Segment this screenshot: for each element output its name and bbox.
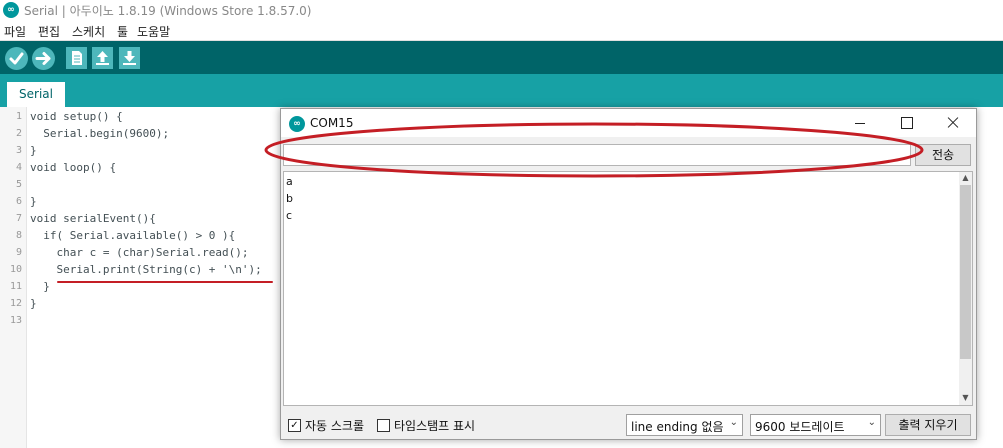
toolbar [0, 41, 1003, 74]
menu-tools[interactable]: 툴 [117, 23, 128, 40]
save-button[interactable] [119, 47, 140, 69]
menu-bar: 파일 편집 스케치 툴 도움말 [0, 20, 1003, 41]
code-line[interactable]: void serialEvent(){ [30, 212, 156, 225]
code-line[interactable]: if( Serial.available() > 0 ){ [30, 229, 235, 242]
menu-edit[interactable]: 편집 [38, 23, 60, 40]
line-number: 13 [9, 315, 22, 326]
line-number: 3 [15, 145, 22, 156]
timestamp-checkbox[interactable] [377, 419, 390, 432]
code-line[interactable]: } [30, 195, 37, 208]
autoscroll-label: 자동 스크롤 [305, 419, 365, 433]
menu-help[interactable]: 도움말 [137, 23, 170, 40]
serial-monitor-title: COM15 [310, 116, 354, 130]
serial-monitor-window: ∞ COM15 전송 a b c ▲ ▼ ✓ 자동 스크롤 타임스탬프 표시 l… [280, 108, 977, 440]
tab-serial[interactable]: Serial [7, 82, 65, 107]
code-line[interactable]: } [30, 280, 50, 293]
code-line[interactable]: Serial.begin(9600); [30, 127, 169, 140]
code-line[interactable]: void setup() { [30, 110, 123, 123]
line-number: 2 [15, 128, 22, 139]
scroll-down-icon[interactable]: ▼ [960, 392, 971, 404]
output-line: a [286, 175, 293, 188]
serial-monitor-title-bar[interactable]: ∞ COM15 [281, 109, 976, 137]
tab-strip: Serial [0, 74, 1003, 107]
baud-rate-value: 9600 보드레이트 [755, 420, 845, 434]
window-title: Serial | 아두이노 1.8.19 (Windows Store 1.8.… [24, 4, 312, 18]
arrow-right-icon [35, 52, 51, 65]
scroll-up-icon[interactable]: ▲ [960, 172, 971, 184]
line-number: 9 [15, 247, 22, 258]
scrollbar-thumb[interactable] [960, 185, 971, 359]
code-line[interactable]: } [30, 144, 37, 157]
chevron-down-icon: ⌄ [729, 417, 738, 428]
line-number: 4 [15, 162, 22, 173]
title-bar: ∞ Serial | 아두이노 1.8.19 (Windows Store 1.… [0, 0, 1003, 20]
close-button[interactable] [929, 109, 975, 137]
annotation-underline [57, 281, 273, 283]
checkmark-icon [9, 52, 24, 65]
open-button[interactable] [92, 47, 113, 69]
arrow-up-icon [96, 51, 109, 65]
upload-button[interactable] [32, 47, 55, 70]
code-line[interactable]: char c = (char)Serial.read(); [30, 246, 248, 259]
arduino-logo-icon: ∞ [289, 116, 305, 132]
line-number: 12 [9, 298, 22, 309]
code-line[interactable]: Serial.print(String(c) + '\n'); [30, 263, 261, 276]
output-line: b [286, 192, 293, 205]
maximize-button[interactable] [883, 109, 929, 137]
menu-sketch[interactable]: 스케치 [72, 23, 105, 40]
chevron-down-icon: ⌄ [867, 417, 876, 428]
verify-button[interactable] [5, 47, 28, 70]
menu-file[interactable]: 파일 [4, 23, 26, 40]
line-ending-value: line ending 없음 [631, 420, 724, 434]
vertical-scrollbar[interactable]: ▲ ▼ [959, 172, 972, 405]
line-number: 7 [15, 213, 22, 224]
new-sketch-button[interactable] [66, 47, 87, 69]
baud-rate-dropdown[interactable]: 9600 보드레이트 ⌄ [750, 414, 881, 436]
new-file-icon [72, 51, 82, 65]
line-number: 6 [15, 196, 22, 207]
line-number: 8 [15, 230, 22, 241]
serial-input-field[interactable] [283, 144, 911, 166]
line-number-gutter: 1 2 3 4 5 6 7 8 9 10 11 12 13 [0, 107, 27, 448]
serial-output-area[interactable]: a b c ▲ ▼ [283, 171, 973, 406]
arduino-logo-icon: ∞ [3, 2, 19, 18]
code-line[interactable]: void loop() { [30, 161, 116, 174]
autoscroll-checkbox[interactable]: ✓ [288, 419, 301, 432]
output-line: c [286, 209, 293, 222]
code-line[interactable]: } [30, 297, 37, 310]
line-number: 1 [15, 111, 22, 122]
arrow-down-icon [123, 51, 136, 65]
line-number: 11 [9, 281, 22, 292]
line-number: 5 [15, 179, 22, 190]
minimize-button[interactable] [837, 109, 883, 137]
clear-output-button[interactable]: 출력 지우기 [885, 414, 971, 436]
send-button[interactable]: 전송 [915, 144, 971, 166]
line-ending-dropdown[interactable]: line ending 없음 ⌄ [626, 414, 743, 436]
line-number: 10 [9, 264, 22, 275]
timestamp-label: 타임스탬프 표시 [394, 419, 476, 433]
